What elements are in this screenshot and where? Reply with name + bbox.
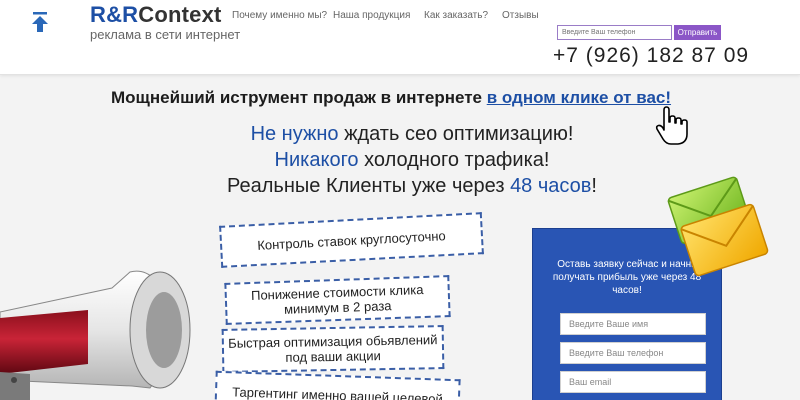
scroll-top-icon[interactable]: [28, 10, 52, 34]
header-submit-button[interactable]: Отправить: [674, 25, 721, 40]
email-input[interactable]: Ваш email: [560, 371, 706, 393]
hero-line-1: Не нужно ждать сео оптимизацию!: [24, 121, 800, 147]
nav-how-to-order[interactable]: Как заказать?: [424, 10, 502, 21]
hero-line-2: Никакого холодного трафика!: [24, 147, 800, 173]
site-header: R&RContext реклама в сети интернет Почем…: [0, 0, 800, 75]
nav-why-us[interactable]: Почему именно мы?: [232, 10, 333, 21]
nav-reviews[interactable]: Отзывы: [502, 10, 539, 21]
logo[interactable]: R&RContext реклама в сети интернет: [90, 2, 240, 42]
name-input[interactable]: Введите Ваше имя: [560, 313, 706, 335]
megaphone-image: [0, 270, 191, 400]
callback-form: Отправить: [557, 25, 721, 40]
feature-bid-control: Контроль ставок круглосуточно: [219, 212, 484, 268]
feature-targeting: Таргентинг именно вашей целевой: [214, 370, 461, 400]
feature-fast-optimization: Быстрая оптимизация обьявлений под ваши …: [221, 325, 445, 373]
logo-tagline: реклама в сети интернет: [90, 27, 241, 42]
hero-line-3-emphasis: 48 часов: [510, 175, 592, 197]
header-phone-input[interactable]: [557, 25, 672, 40]
hero-line-1-text: ждать сео оптимизацию!: [338, 123, 574, 145]
main-nav: Почему именно мы? Наша продукция Как зак…: [232, 10, 539, 21]
hero-line-2-emphasis: Никакого: [274, 149, 359, 171]
headline-text: Мощнейший иструмент продаж в интернете: [111, 88, 487, 107]
hero-line-3-text: Реальные Клиенты уже через: [227, 175, 511, 197]
phone-number: +7 (926) 182 87 09: [553, 44, 750, 67]
logo-context: Context: [138, 2, 222, 27]
headline-link[interactable]: в одном клике от вас!: [487, 88, 671, 107]
hero-line-2-text: холодного трафика!: [358, 149, 550, 171]
hero-line-1-emphasis: Не нужно: [250, 123, 339, 145]
page-headline: Мощнейший иструмент продаж в интернете в…: [0, 88, 800, 108]
feature-cost-reduction: Понижение стоимости клика минимум в 2 ра…: [224, 275, 451, 325]
nav-products[interactable]: Наша продукция: [333, 10, 424, 21]
envelope-icon: [667, 176, 769, 277]
hero-line-3-end: !: [591, 175, 597, 197]
logo-brand: R&R: [90, 2, 139, 27]
phone-input[interactable]: Введите Ваш телефон: [560, 342, 706, 364]
